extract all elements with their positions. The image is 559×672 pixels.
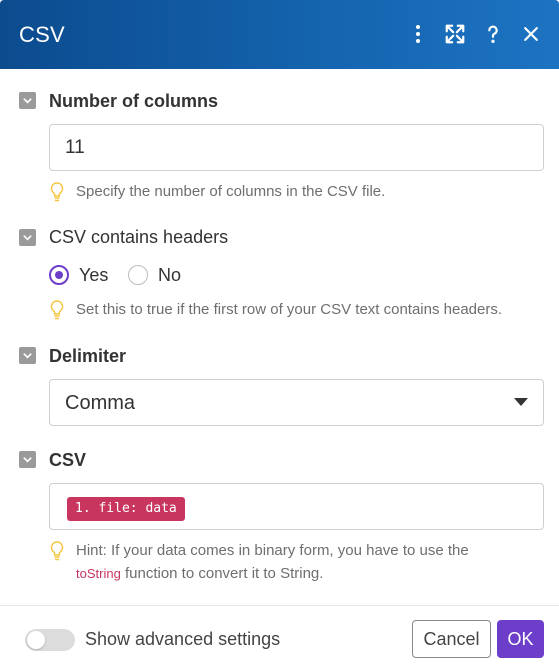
columns-label: Number of columns	[49, 91, 219, 111]
radio-no[interactable]	[128, 265, 148, 285]
radio-yes[interactable]	[49, 265, 69, 285]
delimiter-select-value: Comma	[65, 392, 136, 414]
modal-title: CSV	[19, 22, 65, 47]
chevron-down-icon	[23, 353, 32, 359]
modal-header: CSV	[0, 0, 559, 69]
close-icon[interactable]	[519, 22, 543, 46]
more-vertical-icon[interactable]	[406, 22, 430, 46]
lightbulb-icon	[50, 541, 64, 561]
csv-input[interactable]: 1. file: data	[49, 483, 544, 530]
advanced-settings-toggle[interactable]	[25, 629, 75, 651]
help-icon[interactable]	[481, 22, 505, 46]
columns-hint: Specify the number of columns in the CSV…	[49, 181, 544, 203]
collapse-csv-toggle[interactable]	[19, 451, 36, 468]
toggle-knob	[27, 631, 45, 649]
delimiter-select[interactable]: Comma	[49, 379, 544, 426]
csv-hint: Hint: If your data comes in binary form,…	[49, 540, 544, 586]
expand-icon[interactable]	[443, 22, 467, 46]
delimiter-label: Delimiter	[49, 346, 127, 366]
tostring-code: toString	[76, 566, 121, 581]
chevron-down-icon	[23, 235, 32, 241]
dropdown-caret-icon	[514, 398, 528, 406]
lightbulb-icon	[50, 300, 64, 320]
columns-input-value: 11	[65, 137, 85, 158]
csv-hint-line1: Hint: If your data comes in binary form,…	[76, 542, 469, 559]
csv-token-pill[interactable]: 1. file: data	[67, 497, 185, 521]
headers-hint-text: Set this to true if the first row of you…	[76, 301, 503, 318]
chevron-down-icon	[23, 457, 32, 463]
headers-label: CSV contains headers	[49, 227, 229, 247]
collapse-delimiter-toggle[interactable]	[19, 347, 36, 364]
collapse-columns-toggle[interactable]	[19, 92, 36, 109]
collapse-headers-toggle[interactable]	[19, 229, 36, 246]
chevron-down-icon	[23, 98, 32, 104]
columns-input[interactable]: 11	[49, 124, 544, 171]
radio-yes-label: Yes	[79, 265, 109, 285]
headers-hint: Set this to true if the first row of you…	[49, 299, 549, 321]
csv-hint-line2: toString function to convert it to Strin…	[76, 563, 323, 585]
lightbulb-icon	[50, 182, 64, 202]
radio-no-label: No	[158, 265, 182, 285]
modal-footer: Show advanced settings Cancel OK	[0, 605, 559, 672]
ok-button[interactable]: OK	[497, 620, 544, 658]
cancel-button[interactable]: Cancel	[412, 620, 491, 658]
advanced-settings-label: Show advanced settings	[85, 629, 281, 649]
columns-hint-text: Specify the number of columns in the CSV…	[76, 183, 386, 200]
csv-hint-line2-text: function to convert it to String.	[120, 565, 324, 582]
csv-label: CSV	[49, 450, 87, 470]
